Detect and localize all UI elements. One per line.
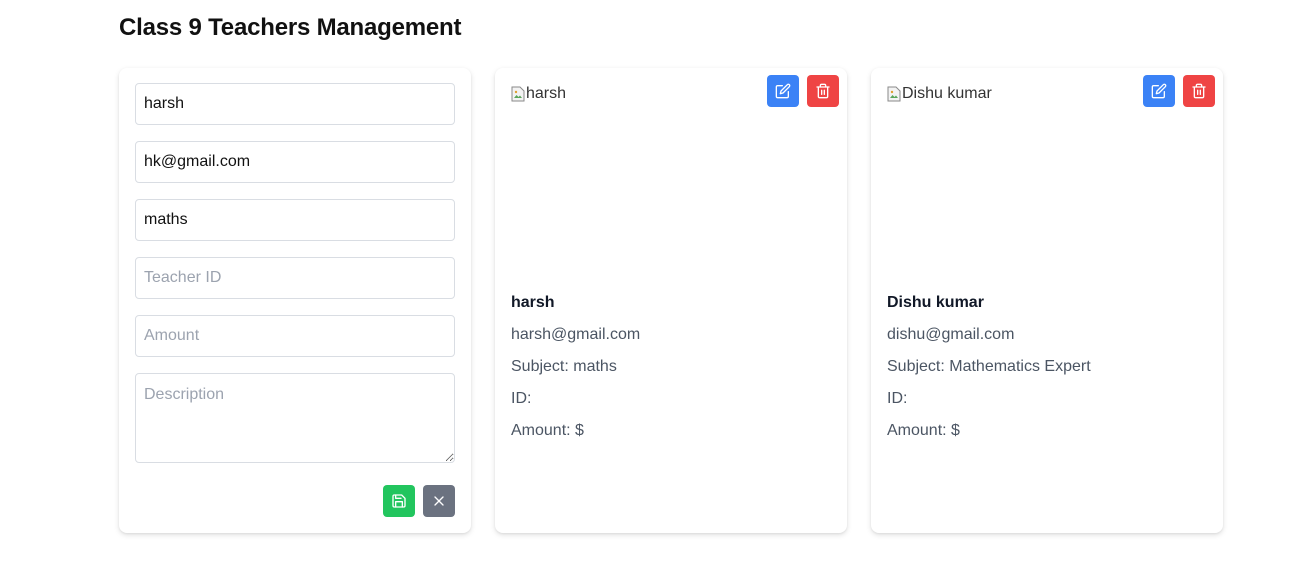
teacher-name: harsh — [511, 294, 555, 311]
teacher-email: harsh@gmail.com — [511, 326, 641, 343]
close-icon — [434, 496, 444, 506]
page-title: Class 9 Teachers Management — [119, 14, 462, 41]
teacher-form-card — [119, 68, 471, 533]
teacher-photo-alt: harsh — [526, 85, 567, 102]
delete-button[interactable] — [807, 75, 839, 107]
save-button[interactable] — [383, 485, 415, 517]
teacher-email: dishu@gmail.com — [887, 326, 1015, 343]
teacher-card: Dishu kumar Dishu kumar dishu@gmail.com … — [871, 68, 1223, 533]
teacher-amount: Amount: $ — [887, 422, 960, 439]
delete-button[interactable] — [1183, 75, 1215, 107]
teacher-amount: Amount: $ — [511, 422, 584, 439]
name-input[interactable] — [135, 83, 455, 125]
teacher-photo: Dishu kumar — [887, 85, 992, 103]
teacher-subject: Subject: maths — [511, 358, 617, 375]
save-icon — [392, 494, 406, 508]
teacher-photo: harsh — [511, 85, 566, 103]
teacher-card: harsh harsh harsh@gmail.com Subject: mat… — [495, 68, 847, 533]
broken-image-icon — [511, 86, 525, 102]
cancel-button[interactable] — [423, 485, 455, 517]
edit-button[interactable] — [1143, 75, 1175, 107]
broken-image-icon — [887, 86, 901, 102]
edit-icon — [1151, 83, 1167, 99]
subject-input[interactable] — [135, 199, 455, 241]
edit-icon — [775, 83, 791, 99]
teacher-id: ID: — [511, 390, 532, 407]
amount-input[interactable] — [135, 315, 455, 357]
description-input[interactable] — [135, 373, 455, 463]
email-input[interactable] — [135, 141, 455, 183]
teacher-subject: Subject: Mathematics Expert — [887, 358, 1091, 375]
trash-icon — [1192, 83, 1206, 99]
teacher-id: ID: — [887, 390, 908, 407]
edit-button[interactable] — [767, 75, 799, 107]
teacher-name: Dishu kumar — [887, 294, 984, 311]
teacher-id-input[interactable] — [135, 257, 455, 299]
teacher-photo-alt: Dishu kumar — [902, 85, 992, 102]
trash-icon — [816, 83, 830, 99]
